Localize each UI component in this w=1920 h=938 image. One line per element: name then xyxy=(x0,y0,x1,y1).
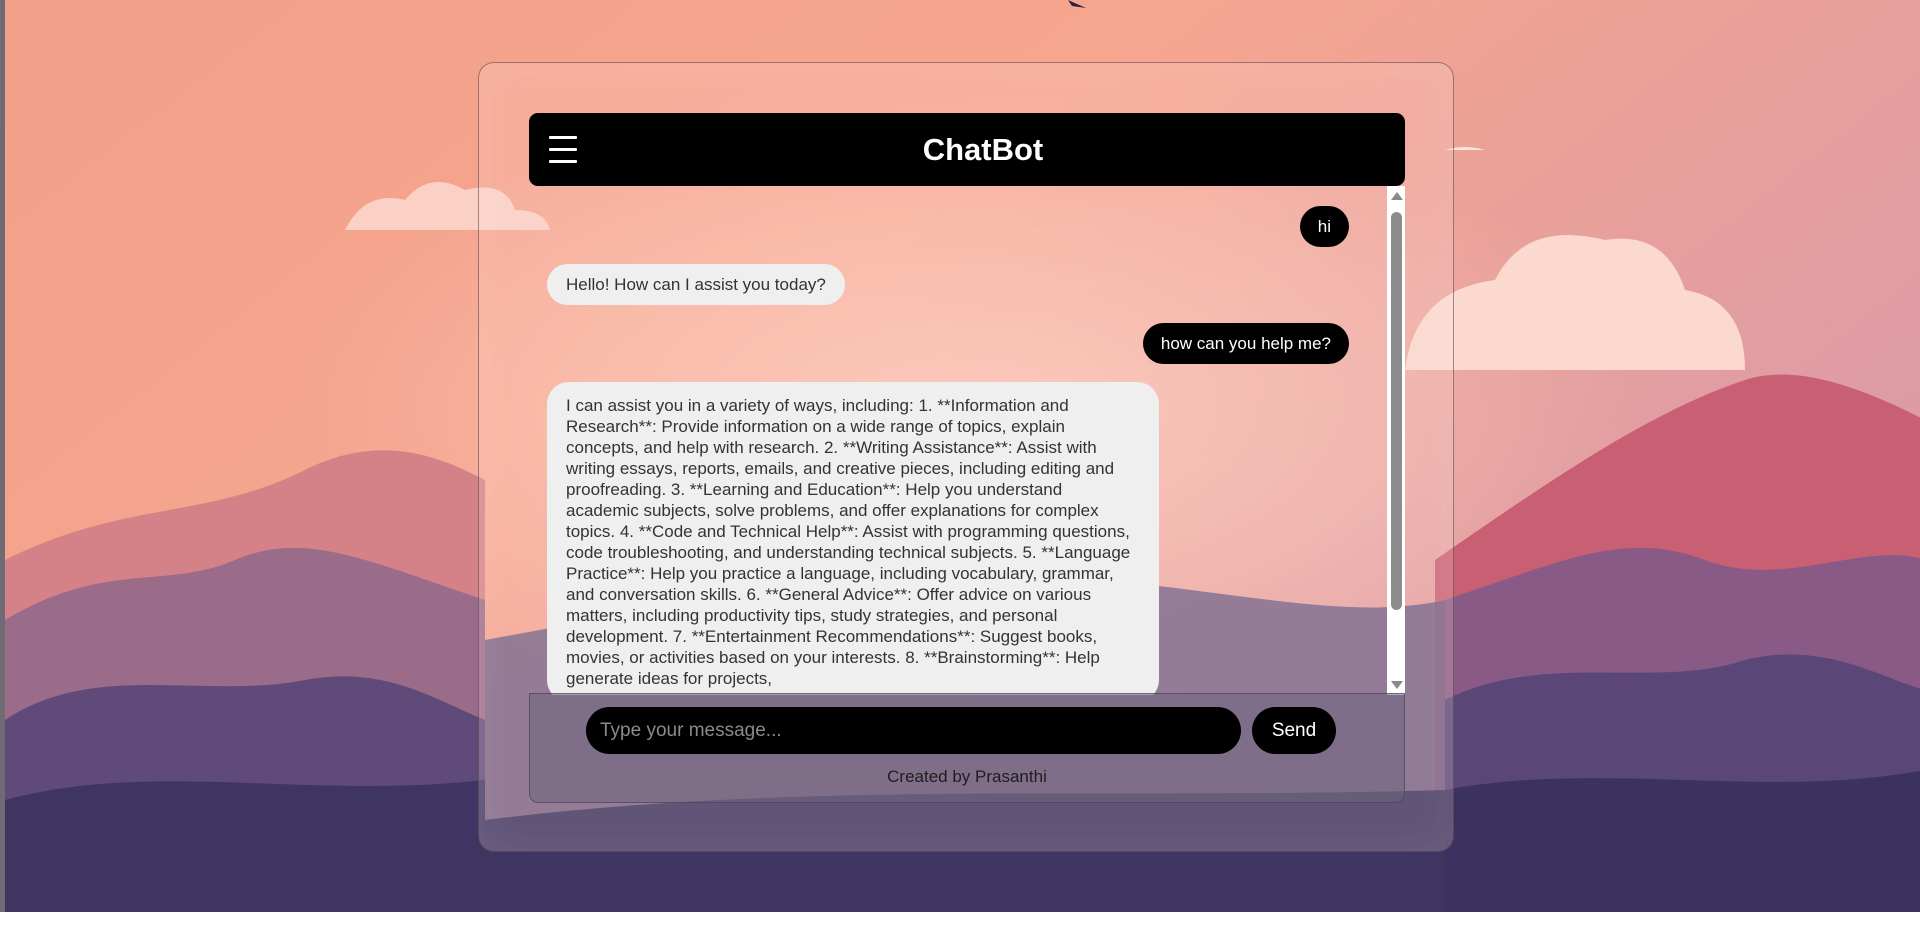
chat-messages-area[interactable]: hi Hello! How can I assist you today? ho… xyxy=(529,186,1405,695)
scroll-up-icon[interactable] xyxy=(1391,192,1403,200)
chat-title: ChatBot xyxy=(922,132,1044,167)
user-message: how can you help me? xyxy=(1142,323,1349,364)
message-list: hi Hello! How can I assist you today? ho… xyxy=(529,186,1387,695)
bot-message: Hello! How can I assist you today? xyxy=(547,264,845,305)
chat-card: ChatBot hi Hello! How can I assist you t… xyxy=(478,62,1454,852)
chat-scrollbar[interactable] xyxy=(1387,186,1405,695)
send-button[interactable]: Send xyxy=(1252,707,1336,754)
user-message: hi xyxy=(1299,206,1349,247)
chat-header: ChatBot xyxy=(529,113,1405,186)
credit-text: Created by Prasanthi xyxy=(887,767,1047,786)
chat-composer: Send Created by Prasanthi xyxy=(529,693,1405,803)
scroll-down-icon[interactable] xyxy=(1391,681,1403,689)
bot-message: I can assist you in a variety of ways, i… xyxy=(547,382,1159,695)
message-input[interactable] xyxy=(586,707,1241,754)
browser-viewport: ChatBot hi Hello! How can I assist you t… xyxy=(0,0,1920,912)
scroll-thumb[interactable] xyxy=(1391,212,1402,610)
